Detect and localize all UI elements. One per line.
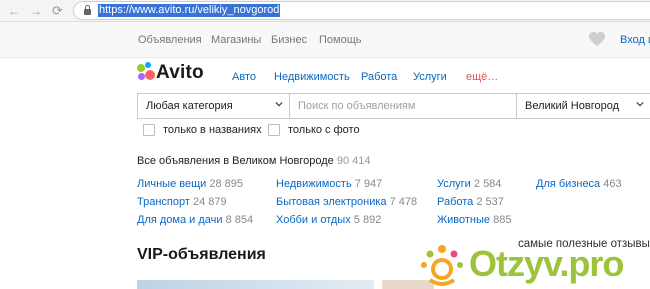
category-count: 28 895	[209, 178, 244, 190]
all-ads-summary: Все объявления в Великом Новгороде 90 41…	[137, 155, 371, 167]
url-text[interactable]: https://www.avito.ru/velikiy_novgorod	[98, 4, 281, 17]
topnav-help[interactable]: Помощь	[319, 34, 362, 47]
search-bar: Любая категория Великий Новгород	[137, 93, 650, 119]
titles-only-checkbox[interactable]	[143, 124, 155, 136]
filter-titles-only[interactable]: только в названиях	[143, 124, 273, 138]
category-link[interactable]: Хобби и отдых 5 892	[276, 214, 381, 227]
category-link[interactable]: Для бизнеса 463	[536, 178, 622, 191]
vip-ad-thumbnail[interactable]	[137, 280, 374, 289]
category-name[interactable]: Недвижимость	[276, 178, 352, 190]
catnav-auto[interactable]: Авто	[232, 71, 256, 84]
category-name[interactable]: Услуги	[437, 178, 471, 190]
logo-dot-blue	[145, 62, 151, 68]
category-link[interactable]: Личные вещи 28 895	[137, 178, 243, 191]
login-link[interactable]: Вход и	[620, 34, 650, 46]
vip-section-title: VIP-объявления	[137, 246, 266, 263]
category-name[interactable]: Личные вещи	[137, 178, 206, 190]
category-link[interactable]: Для дома и дачи 8 854	[137, 214, 253, 227]
titles-only-label: только в названиях	[163, 124, 262, 136]
watermark-logo-text: Otzyv.pro	[469, 243, 624, 284]
category-link[interactable]: Бытовая электроника 7 478	[276, 196, 417, 209]
search-input[interactable]	[290, 94, 516, 118]
chevron-down-icon	[275, 101, 283, 107]
forward-arrow-icon[interactable]: →	[30, 3, 42, 19]
topnav-shops[interactable]: Магазины	[211, 34, 261, 47]
category-link[interactable]: Работа 2 537	[437, 196, 504, 209]
logo-dot-purple	[138, 73, 145, 80]
category-count: 8 854	[225, 214, 254, 226]
back-arrow-icon[interactable]: ←	[8, 3, 20, 19]
logo-text: Avito	[156, 62, 204, 83]
category-select[interactable]: Любая категория	[138, 94, 290, 118]
reload-icon[interactable]: ⟳	[52, 3, 63, 19]
category-select-value: Любая категория	[146, 100, 233, 112]
category-name[interactable]: Животные	[437, 214, 490, 226]
favorites-heart-icon[interactable]	[588, 31, 606, 47]
with-photo-label: только с фото	[288, 124, 360, 136]
watermark-figure-icon	[421, 245, 463, 286]
category-name[interactable]: Для бизнеса	[536, 178, 600, 190]
chevron-down-icon	[636, 101, 644, 107]
logo-dot-red	[145, 70, 155, 80]
category-count: 5 892	[353, 214, 382, 226]
catnav-jobs[interactable]: Работа	[361, 71, 397, 84]
filter-with-photo[interactable]: только с фото	[268, 124, 368, 138]
category-link[interactable]: Недвижимость 7 947	[276, 178, 382, 191]
logo-dot-green	[137, 64, 145, 72]
topnav-ads[interactable]: Объявления	[138, 34, 202, 47]
category-count: 7 947	[354, 178, 383, 190]
category-name[interactable]: Для дома и дачи	[137, 214, 223, 226]
catnav-realty[interactable]: Недвижимость	[274, 71, 350, 84]
address-bar[interactable]: https://www.avito.ru/velikiy_novgorod	[73, 1, 650, 20]
category-link[interactable]: Услуги 2 584	[437, 178, 501, 191]
topnav-business[interactable]: Бизнес	[271, 34, 307, 47]
all-ads-count: 90 414	[336, 155, 371, 167]
category-count: 463	[603, 178, 622, 190]
category-name[interactable]: Транспорт	[137, 196, 190, 208]
avito-logo[interactable]: Avito	[137, 62, 217, 86]
category-name[interactable]: Работа	[437, 196, 473, 208]
all-ads-label: Все объявления в Великом Новгороде	[137, 155, 334, 167]
category-name[interactable]: Хобби и отдых	[276, 214, 351, 226]
category-link[interactable]: Животные 885	[437, 214, 511, 227]
category-count: 7 478	[389, 196, 418, 208]
city-select-value: Великий Новгород	[525, 100, 620, 112]
category-count: 2 537	[476, 196, 504, 208]
category-count: 24 879	[192, 196, 227, 208]
catnav-more[interactable]: ещё…	[466, 71, 498, 84]
category-count: 885	[493, 214, 512, 226]
catnav-services[interactable]: Услуги	[413, 71, 447, 84]
with-photo-checkbox[interactable]	[268, 124, 280, 136]
top-nav: Объявления Магазины Бизнес Помощь Вход и	[0, 22, 650, 58]
lock-icon	[84, 5, 91, 15]
browser-toolbar: ← → ⟳ https://www.avito.ru/velikiy_novgo…	[0, 0, 650, 22]
category-link[interactable]: Транспорт 24 879	[137, 196, 227, 209]
city-select[interactable]: Великий Новгород	[516, 94, 650, 118]
category-name[interactable]: Бытовая электроника	[276, 196, 387, 208]
category-count: 2 584	[473, 178, 502, 190]
